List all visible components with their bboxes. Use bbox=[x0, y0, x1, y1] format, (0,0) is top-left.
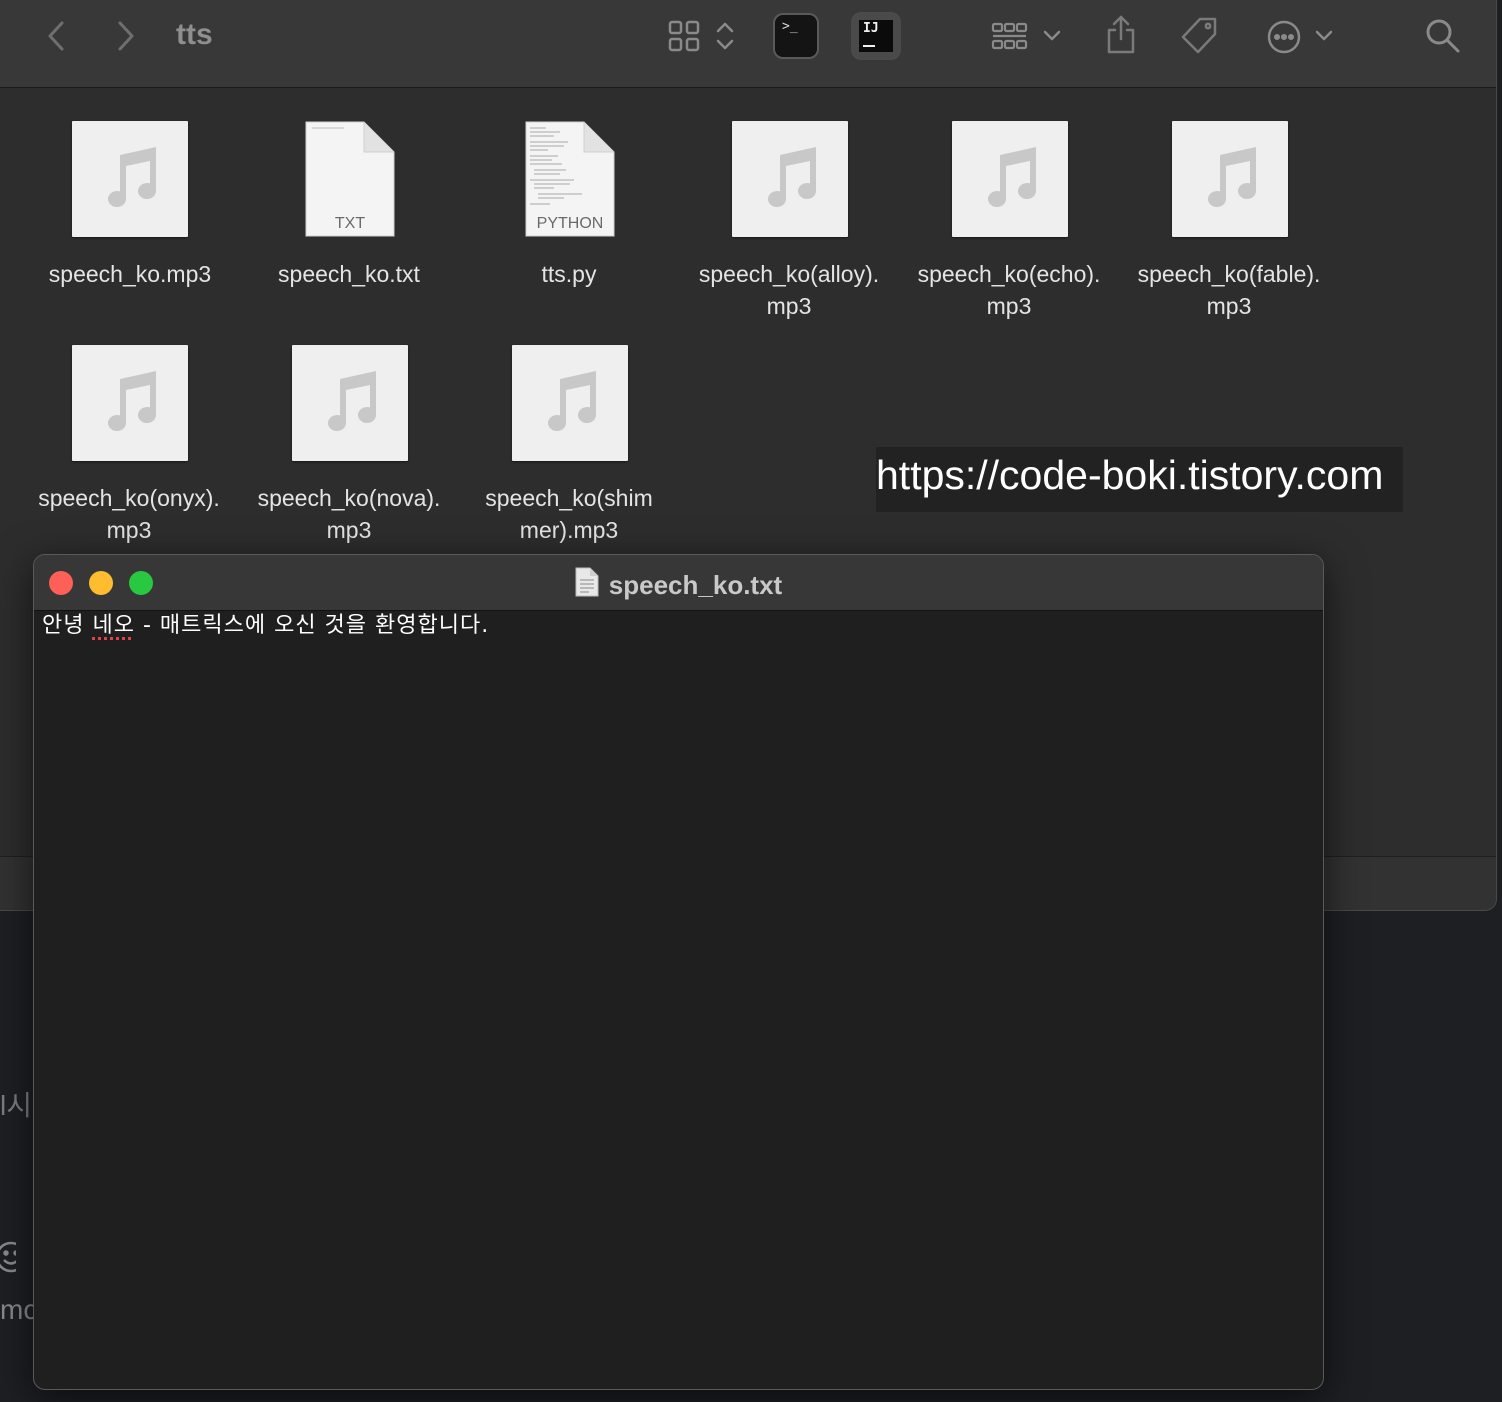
textedit-titlebar: speech_ko.txt bbox=[34, 555, 1323, 611]
text-segment: 안녕 bbox=[42, 613, 93, 638]
file-name: tts.py bbox=[541, 261, 597, 287]
file-item[interactable]: speech_ko.mp3 bbox=[20, 120, 240, 320]
intellij-app-icon[interactable]: IJ bbox=[851, 12, 901, 60]
file-item[interactable]: PYTHON tts.py bbox=[459, 120, 679, 320]
audio-file-thumbnail bbox=[292, 345, 408, 461]
grid-view-icon[interactable] bbox=[666, 18, 702, 54]
back-icon[interactable] bbox=[40, 18, 72, 54]
file-name: speech_ko(fable). mp3 bbox=[1137, 261, 1321, 319]
background-text-fragment: mc bbox=[0, 1294, 38, 1325]
text-document-thumbnail: TXT bbox=[304, 120, 396, 238]
audio-file-thumbnail bbox=[72, 121, 188, 237]
file-item[interactable]: speech_ko(fable). mp3 bbox=[1119, 120, 1339, 320]
file-item[interactable]: speech_ko(onyx). mp3 bbox=[19, 344, 239, 544]
terminal-app-icon[interactable]: >_ bbox=[773, 13, 819, 59]
more-icon[interactable] bbox=[1264, 17, 1304, 57]
background-text-fragment: l시 bbox=[0, 1090, 32, 1121]
file-item[interactable]: speech_ko(shim mer).mp3 bbox=[459, 344, 679, 544]
group-icon[interactable] bbox=[990, 18, 1030, 54]
audio-file-thumbnail bbox=[1172, 121, 1288, 237]
file-item[interactable]: TXT speech_ko.txt bbox=[239, 120, 459, 320]
file-type-badge: PYTHON bbox=[537, 215, 604, 232]
file-name: speech_ko.mp3 bbox=[48, 261, 212, 287]
file-name: speech_ko(alloy). mp3 bbox=[698, 261, 880, 319]
textedit-window: speech_ko.txt 안녕 네오 - 매트릭스에 오신 것을 환영합니다. bbox=[33, 554, 1324, 1390]
file-name: speech_ko.txt bbox=[278, 261, 420, 287]
python-document-thumbnail: PYTHON bbox=[524, 120, 616, 238]
file-name: speech_ko(echo). mp3 bbox=[917, 261, 1101, 319]
text-segment: - 매트릭스에 오신 것을 환영합니다. bbox=[134, 613, 490, 638]
terminal-prompt-label: >_ bbox=[782, 19, 798, 34]
sort-chevrons-icon[interactable] bbox=[712, 18, 738, 54]
file-item[interactable]: speech_ko(nova). mp3 bbox=[239, 344, 459, 544]
share-icon[interactable] bbox=[1102, 14, 1140, 56]
more-chevron-icon[interactable] bbox=[1312, 22, 1336, 50]
file-item[interactable]: speech_ko(echo). mp3 bbox=[899, 120, 1119, 320]
tag-icon[interactable] bbox=[1178, 15, 1220, 57]
intellij-label: IJ bbox=[863, 21, 879, 36]
audio-file-thumbnail bbox=[512, 345, 628, 461]
finder-toolbar: tts >_ IJ bbox=[0, 0, 1496, 88]
document-text[interactable]: 안녕 네오 - 매트릭스에 오신 것을 환영합니다. bbox=[42, 607, 489, 639]
file-item[interactable]: speech_ko(alloy). mp3 bbox=[679, 120, 899, 320]
audio-file-thumbnail bbox=[952, 121, 1068, 237]
document-icon bbox=[575, 567, 599, 604]
window-title: speech_ko.txt bbox=[34, 567, 1323, 604]
misspelled-word: 네오 bbox=[92, 613, 135, 638]
emoji-icon bbox=[0, 1240, 16, 1274]
file-name: speech_ko(nova). mp3 bbox=[257, 485, 441, 543]
watermark-url: https://code-boki.tistory.com bbox=[876, 447, 1403, 512]
audio-file-thumbnail bbox=[72, 345, 188, 461]
audio-file-thumbnail bbox=[732, 121, 848, 237]
window-title-text: speech_ko.txt bbox=[608, 570, 783, 600]
forward-icon[interactable] bbox=[110, 18, 142, 54]
file-name: speech_ko(onyx). mp3 bbox=[38, 485, 220, 543]
file-name: speech_ko(shim mer).mp3 bbox=[485, 485, 653, 543]
file-type-badge: TXT bbox=[335, 215, 365, 232]
search-icon[interactable] bbox=[1424, 17, 1462, 55]
group-chevron-icon[interactable] bbox=[1040, 22, 1064, 50]
folder-title: tts bbox=[176, 18, 213, 51]
